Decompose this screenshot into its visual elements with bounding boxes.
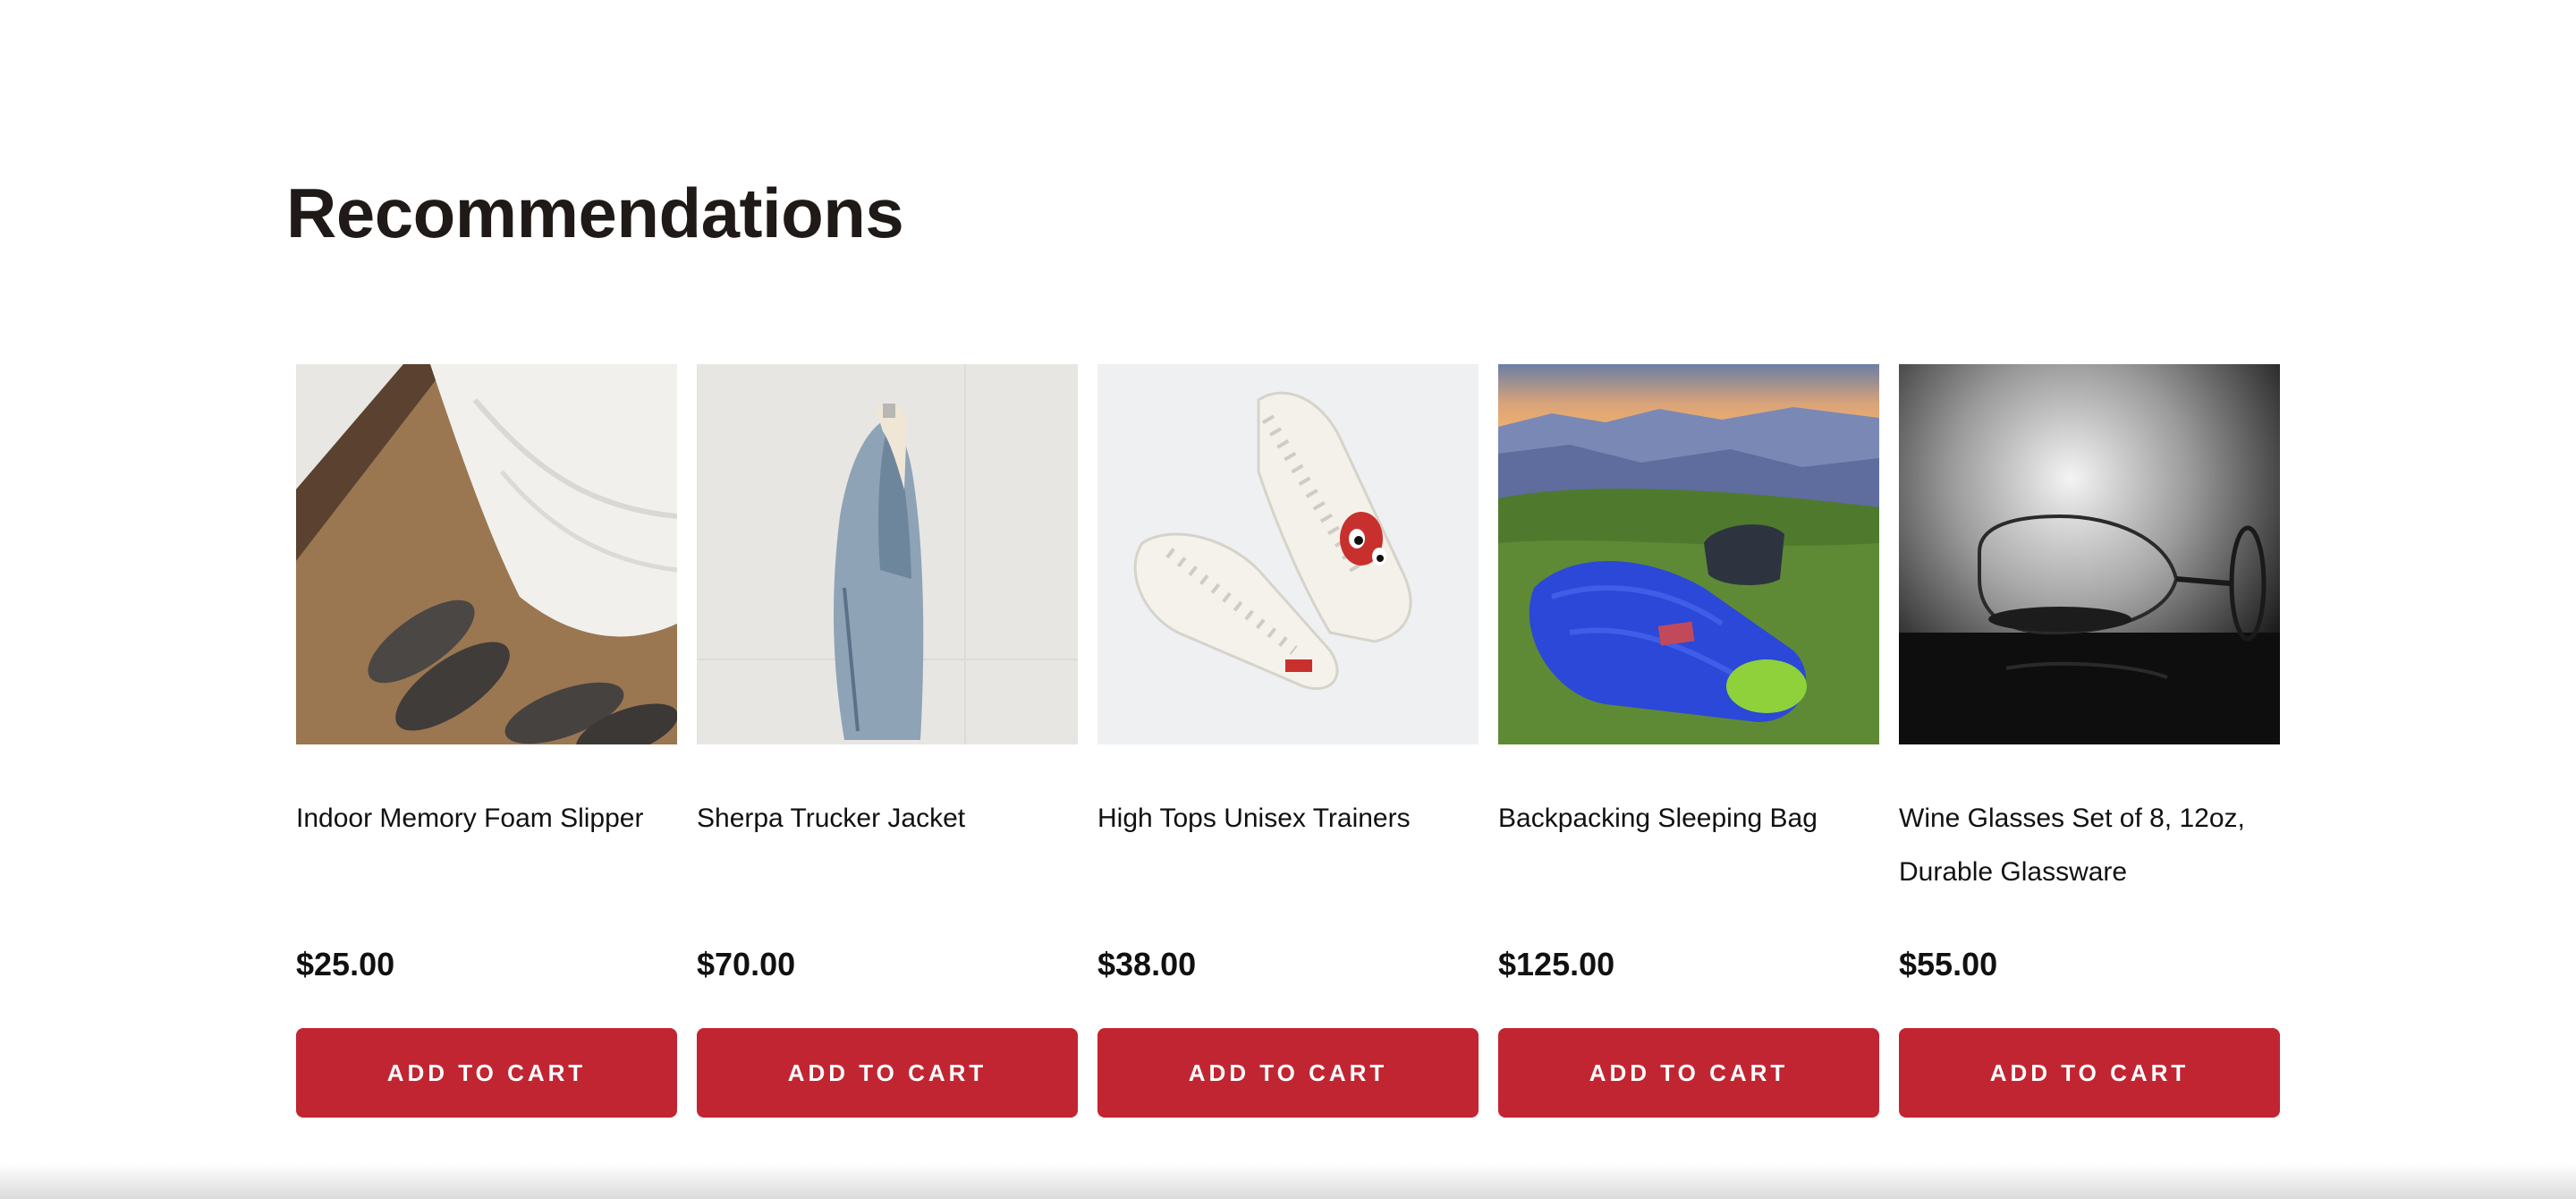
product-image-slippers[interactable] (296, 364, 677, 744)
product-image-jacket[interactable] (697, 364, 1078, 744)
product-card: High Tops Unisex Trainers $38.00 ADD TO … (1097, 364, 1479, 1119)
add-to-cart-button[interactable]: ADD TO CART (1498, 1028, 1879, 1118)
product-name[interactable]: Wine Glasses Set of 8, 12oz, Durable Gla… (1899, 792, 2280, 899)
add-to-cart-button[interactable]: ADD TO CART (296, 1028, 677, 1118)
product-image-wine-glass[interactable] (1899, 364, 2280, 744)
product-card: Wine Glasses Set of 8, 12oz, Durable Gla… (1899, 364, 2280, 1119)
footer-shadow (0, 1163, 2576, 1199)
add-to-cart-button[interactable]: ADD TO CART (1097, 1028, 1479, 1118)
add-to-cart-button[interactable]: ADD TO CART (697, 1028, 1078, 1118)
product-price: $55.00 (1899, 946, 1998, 982)
product-name[interactable]: Backpacking Sleeping Bag (1498, 792, 1879, 846)
product-name[interactable]: Indoor Memory Foam Slipper (296, 792, 677, 846)
product-image-sneakers[interactable] (1097, 364, 1479, 744)
product-price: $38.00 (1097, 946, 1197, 982)
product-name[interactable]: High Tops Unisex Trainers (1097, 792, 1479, 846)
product-price: $70.00 (697, 946, 796, 982)
product-card: Backpacking Sleeping Bag $125.00 ADD TO … (1498, 364, 1879, 1119)
product-grid: Indoor Memory Foam Slipper $25.00 ADD TO… (296, 364, 2280, 1119)
product-image-sleeping-bag[interactable] (1498, 364, 1879, 744)
product-card: Indoor Memory Foam Slipper $25.00 ADD TO… (296, 364, 677, 1119)
product-price: $25.00 (296, 946, 395, 982)
recommendations-page: Recommendations Indoor Memory Foam Slipp… (0, 0, 2576, 1199)
product-card: Sherpa Trucker Jacket $70.00 ADD TO CART (697, 364, 1078, 1119)
product-name[interactable]: Sherpa Trucker Jacket (697, 792, 1078, 846)
product-price: $125.00 (1498, 946, 1615, 982)
section-title: Recommendations (286, 174, 904, 252)
add-to-cart-button[interactable]: ADD TO CART (1899, 1028, 2280, 1118)
